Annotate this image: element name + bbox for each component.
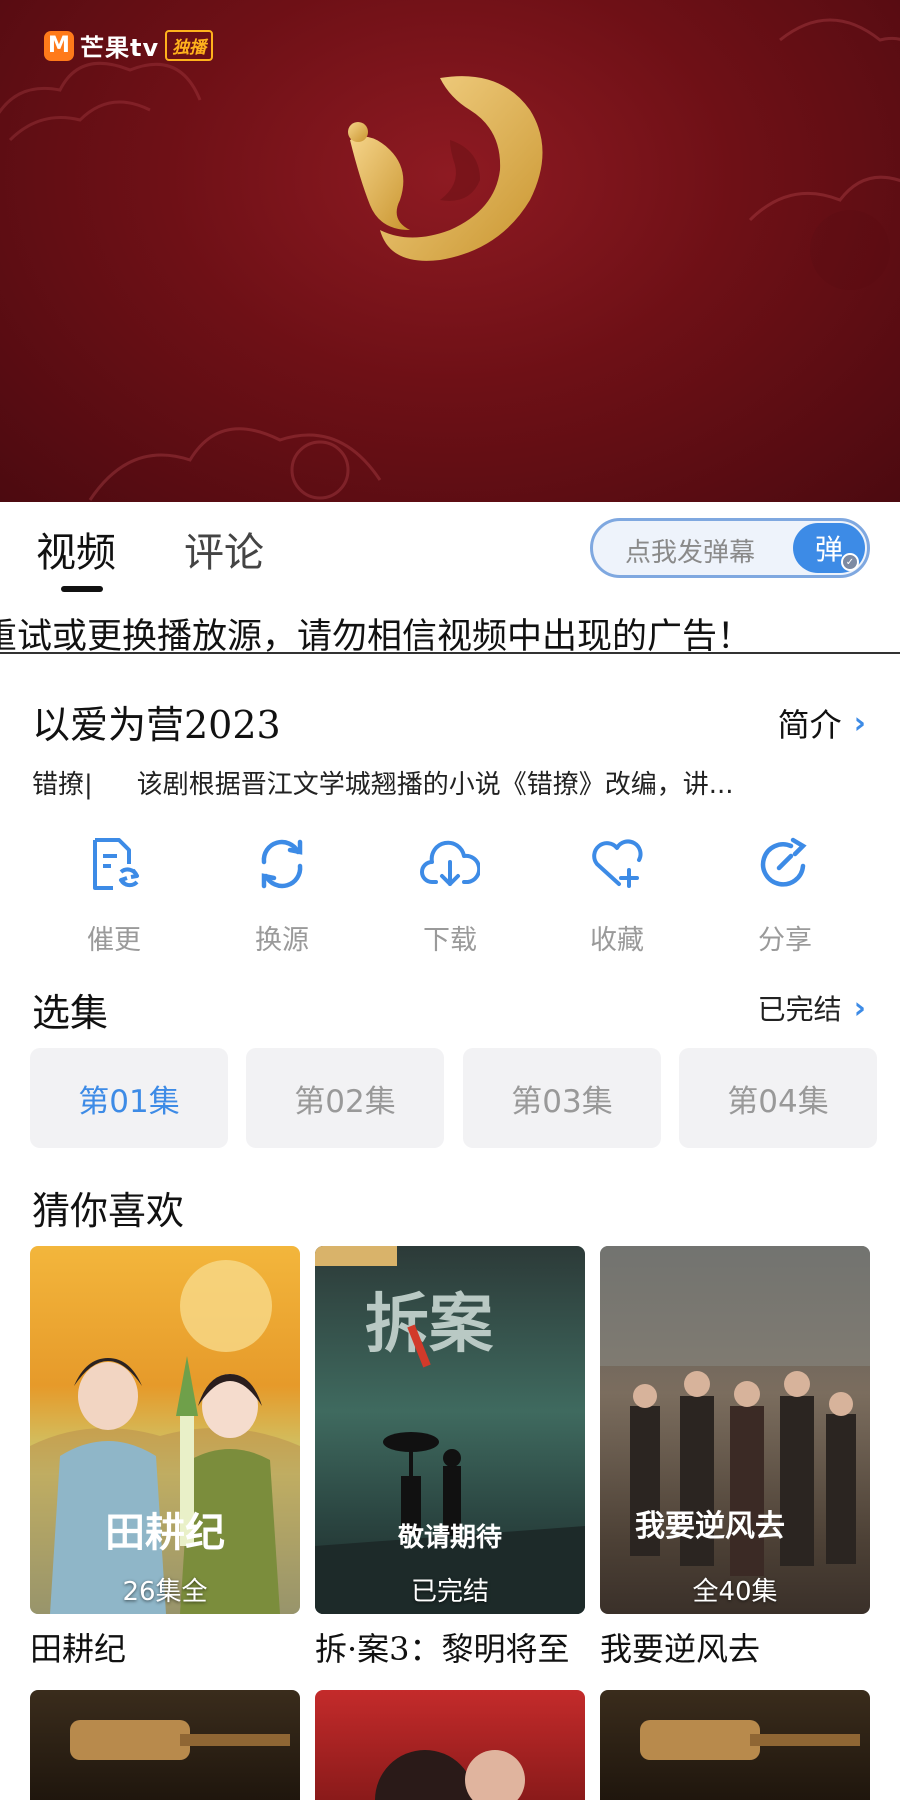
favorite-button[interactable]: 收藏	[557, 832, 677, 957]
episodes-status-button[interactable]: 已完结 ›	[758, 988, 866, 1028]
episode-item[interactable]: 第03集	[463, 1048, 661, 1148]
drama-poster-illustration: 拆案 敬请期待	[315, 1246, 585, 1614]
heart-plus-icon	[592, 839, 643, 888]
action-row: 催更 换源 下载 收藏 分享	[0, 832, 900, 962]
intro-button[interactable]: 简介 ›	[778, 700, 866, 746]
update-request-button[interactable]: 催更	[54, 832, 174, 957]
cloud-decoration-bottom-left	[88, 427, 382, 501]
chevron-right-icon: ›	[853, 990, 866, 1026]
check-icon: ✓	[841, 553, 859, 571]
mango-logo-icon: M	[44, 30, 74, 61]
episode-item[interactable]: 第04集	[679, 1048, 877, 1148]
drama-cast-illustration: 我要逆风去	[600, 1246, 870, 1576]
poster-image: 田耕纪 26集全	[30, 1246, 300, 1614]
recommend-name: 拆·案3：黎明将至	[315, 1630, 570, 1668]
poster-image: 拆案 敬请期待 已完结	[315, 1246, 585, 1614]
poster-image: 我要逆风去 全40集	[600, 1246, 870, 1614]
recommend-card[interactable]: 我要逆风去 全40集 我要逆风去	[600, 1246, 870, 1670]
brand-name: 芒果tv	[80, 34, 160, 62]
description-text: 该剧根据晋江文学城翘播的小说《错撩》改编，讲...	[136, 770, 734, 800]
video-player[interactable]: M 芒果tv 独播	[0, 0, 900, 502]
svg-text:田耕纪: 田耕纪	[105, 1509, 225, 1556]
action-label: 收藏	[590, 925, 644, 956]
recommend-card[interactable]: 田耕纪 26集全 田耕纪	[30, 1246, 300, 1670]
drama-characters-illustration: 田耕纪	[30, 1260, 300, 1614]
share-icon	[760, 837, 807, 887]
action-label: 换源	[255, 925, 309, 956]
episode-count-badge: 全40集	[692, 1577, 778, 1607]
episode-item[interactable]: 第01集	[30, 1048, 228, 1148]
action-label: 分享	[758, 925, 812, 956]
recommend-card-partial[interactable]	[315, 1690, 585, 1800]
recommend-name: 我要逆风去	[600, 1630, 761, 1668]
recommend-title: 猜你喜欢	[32, 1189, 185, 1233]
episode-item[interactable]: 第02集	[246, 1048, 444, 1148]
tab-video[interactable]: 视频	[36, 520, 116, 578]
cloud-decoration-right	[748, 18, 900, 290]
active-tab-indicator	[61, 586, 103, 592]
gavel-icon	[70, 1720, 290, 1760]
tab-comment[interactable]: 评论	[184, 520, 264, 578]
ad-warning-notice: 重试或更换播放源，请勿相信视频中出现的广告！	[0, 608, 900, 654]
update-request-icon	[93, 838, 139, 890]
svg-text:敬请期待: 敬请期待	[397, 1523, 502, 1553]
exclusive-badge: 独播	[165, 30, 214, 61]
switch-source-button[interactable]: 换源	[222, 832, 342, 957]
recommend-card-partial[interactable]	[30, 1690, 300, 1800]
recommend-card-partial[interactable]	[600, 1690, 870, 1800]
action-label: 催更	[87, 925, 141, 956]
episodes-status: 已完结	[757, 993, 842, 1026]
tab-bar: 视频 评论 点我发弹幕 弹 ✓	[0, 502, 900, 594]
show-tag: 错撩|	[32, 770, 93, 800]
recommend-card[interactable]: 拆案 敬请期待 已完结 拆·案3：黎明将至	[315, 1246, 585, 1670]
episodes-title: 选集	[32, 991, 109, 1035]
chevron-right-icon: ›	[853, 705, 866, 741]
intro-label: 简介	[777, 706, 842, 744]
recommend-name: 田耕纪	[30, 1630, 127, 1668]
switch-source-icon	[261, 839, 303, 889]
svg-text:我要逆风去: 我要逆风去	[635, 1509, 785, 1544]
gavel-icon	[640, 1720, 860, 1760]
danmaku-input[interactable]: 点我发弹幕 弹 ✓	[590, 518, 870, 578]
svg-text:拆案: 拆案	[365, 1287, 494, 1362]
episode-count-badge: 26集全	[122, 1577, 208, 1607]
brand-logo: M 芒果tv 独播	[44, 28, 214, 63]
cloud-download-icon	[420, 840, 480, 886]
show-description[interactable]: 错撩| 该剧根据晋江文学城翘播的小说《错撩》改编，讲...	[32, 764, 852, 801]
danmaku-placeholder: 点我发弹幕	[625, 538, 756, 568]
episode-count-badge: 已完结	[410, 1577, 489, 1607]
share-button[interactable]: 分享	[725, 832, 845, 957]
download-button[interactable]: 下载	[390, 832, 510, 957]
golden-phoenix-emblem-icon	[348, 76, 543, 261]
action-label: 下载	[423, 925, 477, 956]
episode-list: 第01集 第02集 第03集 第04集	[30, 1048, 900, 1150]
portrait-illustration	[375, 1750, 525, 1800]
show-title: 以爱为营2023	[32, 703, 281, 747]
